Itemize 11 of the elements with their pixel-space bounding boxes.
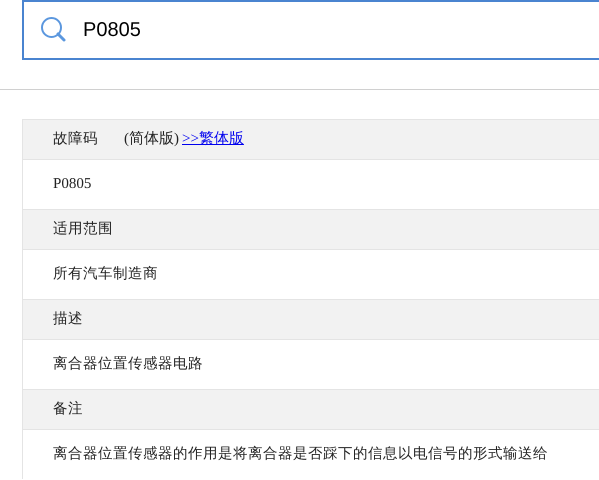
section-heading: 故障码 bbox=[53, 130, 98, 149]
section-value: 离合器位置传感器的作用是将离合器是否踩下的信息以电信号的形式输送给 bbox=[53, 444, 548, 464]
version-link[interactable]: >>繁体版 bbox=[182, 128, 244, 151]
section-value: P0805 bbox=[53, 175, 92, 194]
section-value: 离合器位置传感器电路 bbox=[53, 354, 203, 374]
section-heading: 适用范围 bbox=[53, 220, 113, 239]
search-field[interactable]: P0805 bbox=[22, 0, 599, 60]
section-value: 所有汽车制造商 bbox=[53, 264, 158, 284]
version-label: (简体版) bbox=[124, 130, 179, 150]
section-heading: 备注 bbox=[53, 400, 83, 419]
section-heading: 描述 bbox=[53, 310, 83, 329]
